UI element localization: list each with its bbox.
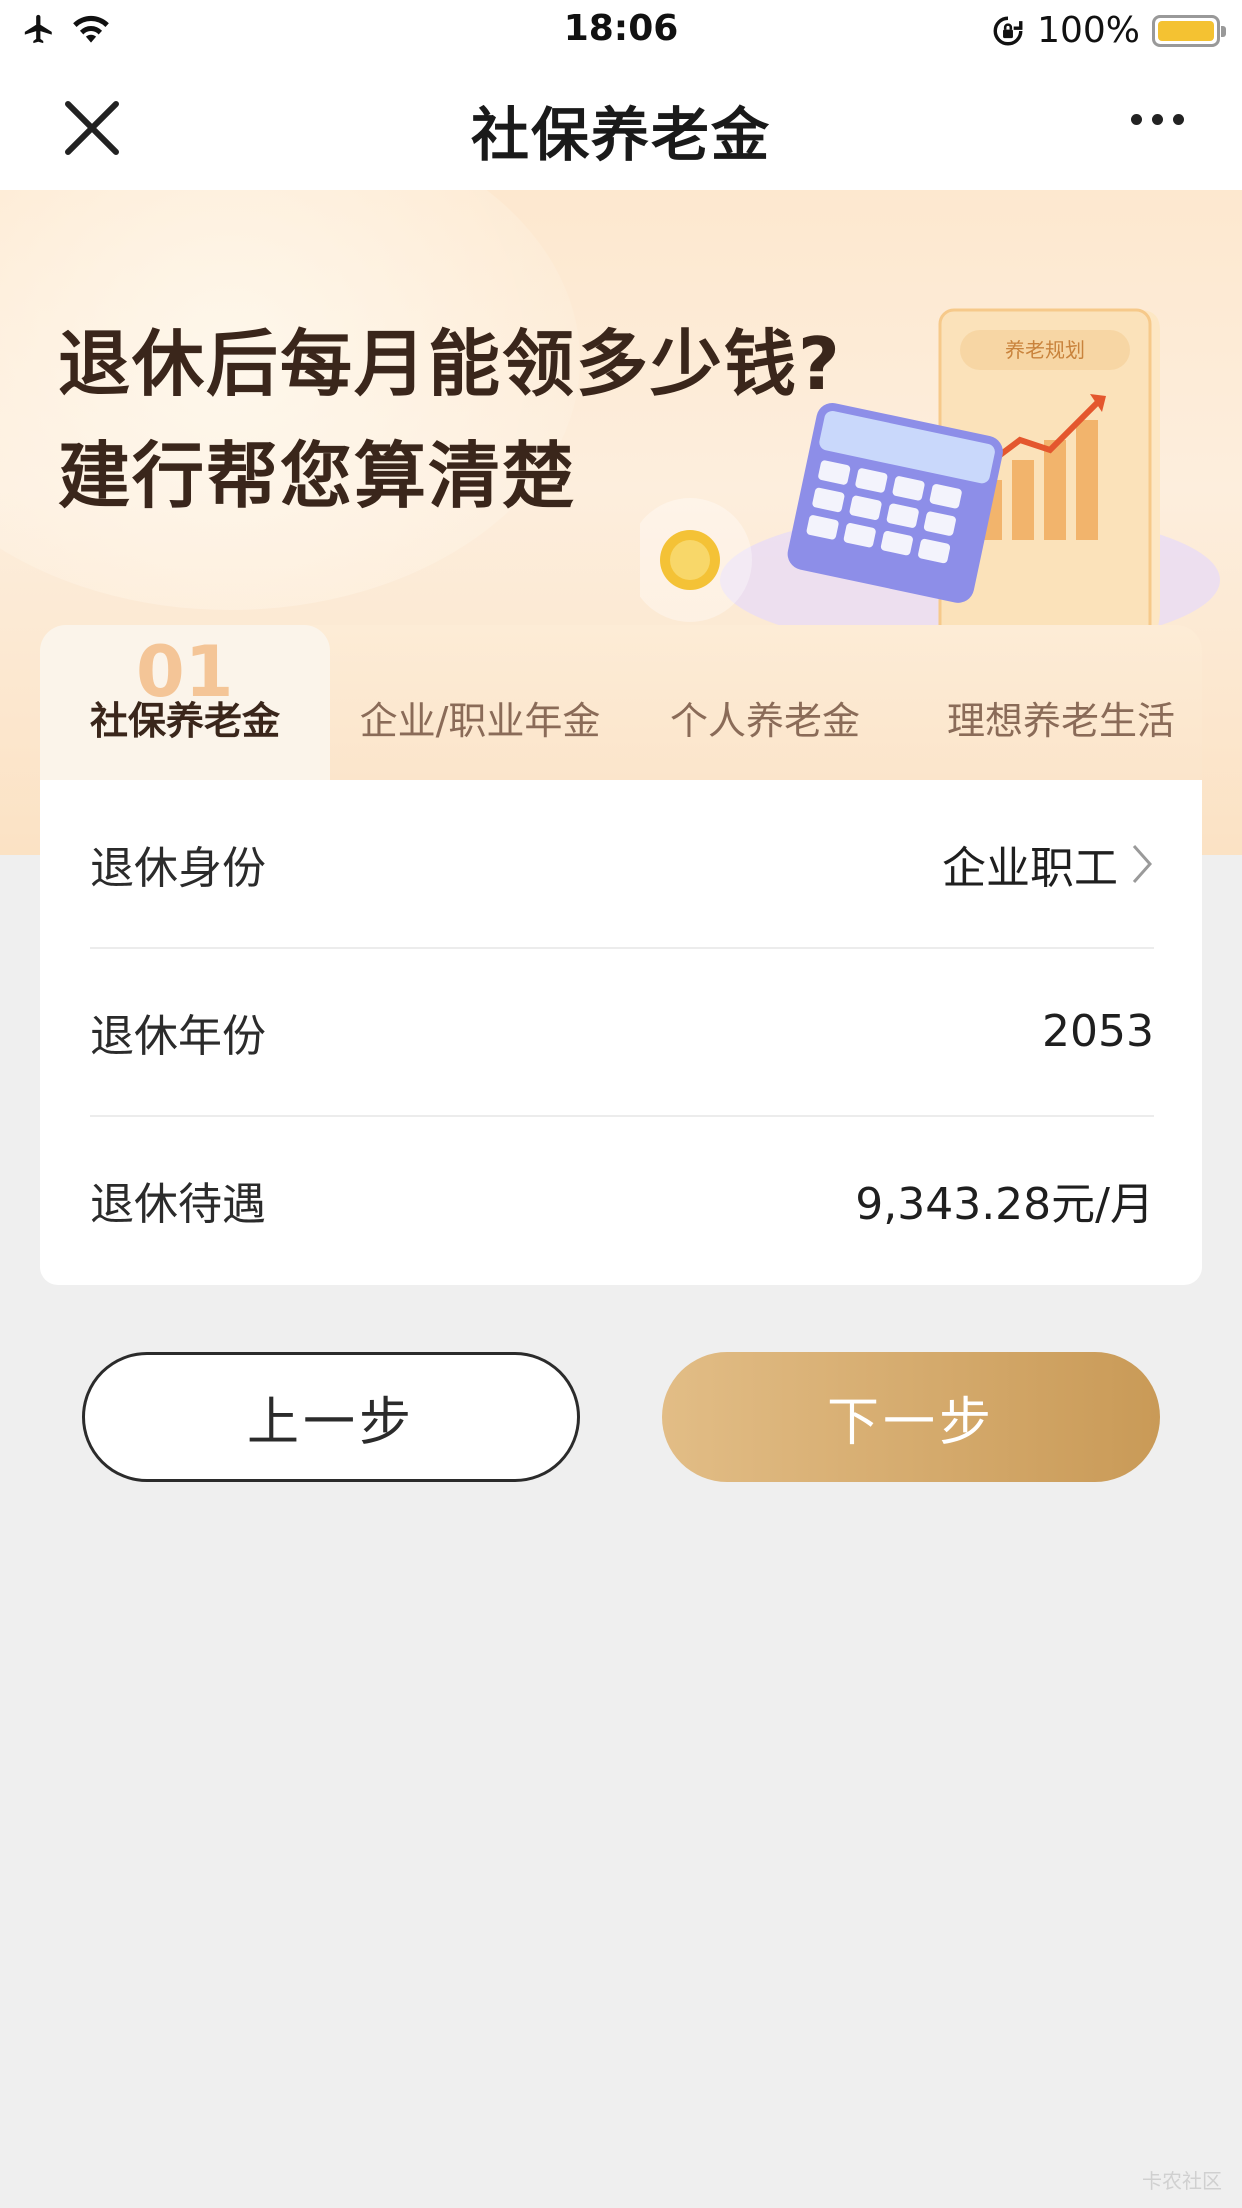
watermark: 卡农社区: [1142, 2169, 1222, 2193]
more-dot: [1152, 114, 1163, 125]
battery-fill: [1158, 20, 1214, 41]
tab-social-pension[interactable]: 01 社保养老金: [40, 625, 330, 780]
retirement-benefit-row: 退休待遇 9,343.28元/月: [90, 1116, 1154, 1283]
pension-form-card: 退休身份 企业职工 退休年份 2053 退休待遇 9,343.28元/月: [40, 780, 1202, 1285]
retirement-identity-row[interactable]: 退休身份 企业职工: [90, 780, 1154, 947]
tab-label: 社保养老金: [89, 699, 280, 743]
page-title: 社保养老金: [470, 101, 771, 169]
tab-personal-pension[interactable]: 个人养老金: [640, 625, 890, 780]
row-label: 退休年份: [90, 1010, 266, 1062]
retirement-year-value: 2053: [1042, 1006, 1154, 1057]
status-right: 100%: [991, 10, 1226, 51]
row-label: 退休身份: [90, 842, 266, 894]
tab-ideal-retirement[interactable]: 理想养老生活: [920, 625, 1202, 780]
retirement-identity-value: 企业职工: [942, 842, 1118, 894]
tab-label: 企业/职业年金: [359, 699, 601, 743]
tab-label: 个人养老金: [669, 699, 860, 743]
illustration-caption: 养老规划: [1005, 338, 1085, 362]
tab-label: 理想养老生活: [946, 699, 1175, 743]
previous-step-button[interactable]: 上一步: [82, 1352, 580, 1482]
battery-percent: 100%: [1037, 10, 1140, 51]
chevron-right-icon: [1132, 844, 1153, 883]
battery-icon: [1152, 14, 1226, 47]
row-label: 退休待遇: [90, 1178, 266, 1230]
more-dot: [1173, 114, 1184, 125]
more-icon[interactable]: [1131, 114, 1184, 125]
status-bar: 18:06 100%: [0, 0, 1242, 62]
nav-bar: 社保养老金: [0, 62, 1242, 190]
tab-enterprise-annuity[interactable]: 企业/职业年金: [340, 625, 620, 780]
row-value: 企业职工: [942, 832, 1154, 896]
tab-bar: 01 社保养老金 企业/职业年金 个人养老金 理想养老生活: [40, 625, 1202, 780]
retirement-year-row: 退休年份 2053: [90, 948, 1154, 1115]
rotation-lock-icon: [993, 16, 1023, 45]
more-dot: [1131, 114, 1142, 125]
next-step-button[interactable]: 下一步: [662, 1352, 1160, 1482]
retirement-benefit-value: 9,343.28元/月: [855, 1178, 1154, 1230]
